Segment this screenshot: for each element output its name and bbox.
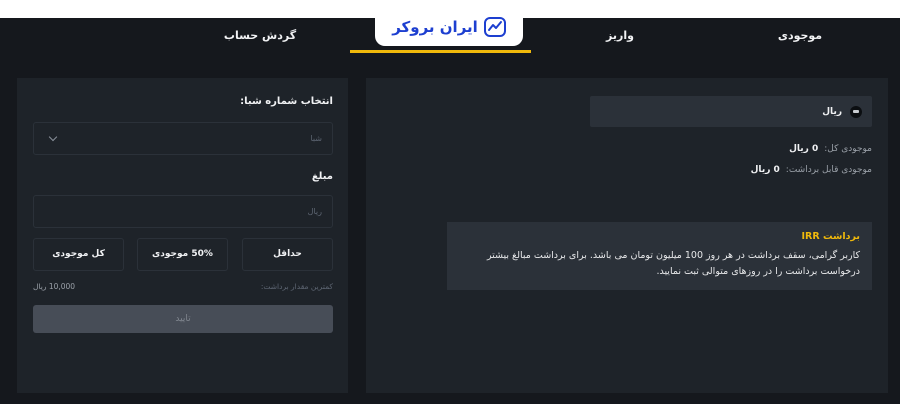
tab-history[interactable]: گردش حساب xyxy=(180,18,340,58)
half-balance-button[interactable]: 50% موجودی xyxy=(137,238,228,271)
notice-title: برداشت IRR xyxy=(801,231,861,242)
chevron-down-icon xyxy=(48,132,58,142)
min-amount-button[interactable]: حداقل xyxy=(242,238,333,271)
active-tab-indicator xyxy=(350,50,531,53)
amount-label: مبلغ xyxy=(311,171,333,182)
sheba-placeholder: شبا xyxy=(310,134,322,143)
min-withdraw-label: کمترین مقدار برداشت: xyxy=(260,282,333,291)
total-balance-label: موجودی کل: xyxy=(824,144,872,154)
amount-placeholder: ریال xyxy=(307,207,322,216)
chart-trend-icon xyxy=(483,17,506,37)
min-withdraw-row: کمترین مقدار برداشت: 10,000 ریال xyxy=(33,282,333,294)
min-withdraw-value: 10,000 ریال xyxy=(33,282,76,291)
currency-select[interactable]: ریال xyxy=(590,96,872,127)
sheba-label: انتخاب شماره شبا: xyxy=(240,96,333,107)
total-balance-value: 0 ریال xyxy=(789,144,819,154)
currency-label: ریال xyxy=(822,106,842,117)
wallet-panel: ریال موجودی کل: 0 ریال موجودی قابل برداش… xyxy=(366,78,888,393)
total-balance: موجودی کل: 0 ریال xyxy=(789,144,872,154)
tab-balance[interactable]: موجودی xyxy=(700,18,900,58)
submit-button[interactable]: تایید xyxy=(33,305,333,333)
withdraw-form-panel: انتخاب شماره شبا: شبا مبلغ ریال حداقل 50… xyxy=(17,78,348,393)
notice-body: کاربر گرامی، سقف برداشت در هر روز 100 می… xyxy=(486,250,860,277)
withdrawable-balance-value: 0 ریال xyxy=(750,165,780,175)
brand-logo[interactable]: ایران بروکر xyxy=(375,8,523,46)
amount-input[interactable]: ریال xyxy=(33,195,333,228)
withdraw-notice: برداشت IRR کاربر گرامی، سقف برداشت در هر… xyxy=(447,222,872,290)
rial-coin-icon xyxy=(850,105,862,118)
sheba-select[interactable]: شبا xyxy=(33,122,333,155)
brand-logo-text: ایران بروکر xyxy=(392,18,478,36)
withdrawable-balance-label: موجودی قابل برداشت: xyxy=(785,165,872,175)
tab-deposit[interactable]: واریز xyxy=(530,18,710,58)
full-balance-button[interactable]: کل موجودی xyxy=(33,238,124,271)
withdrawable-balance: موجودی قابل برداشت: 0 ریال xyxy=(751,165,872,175)
